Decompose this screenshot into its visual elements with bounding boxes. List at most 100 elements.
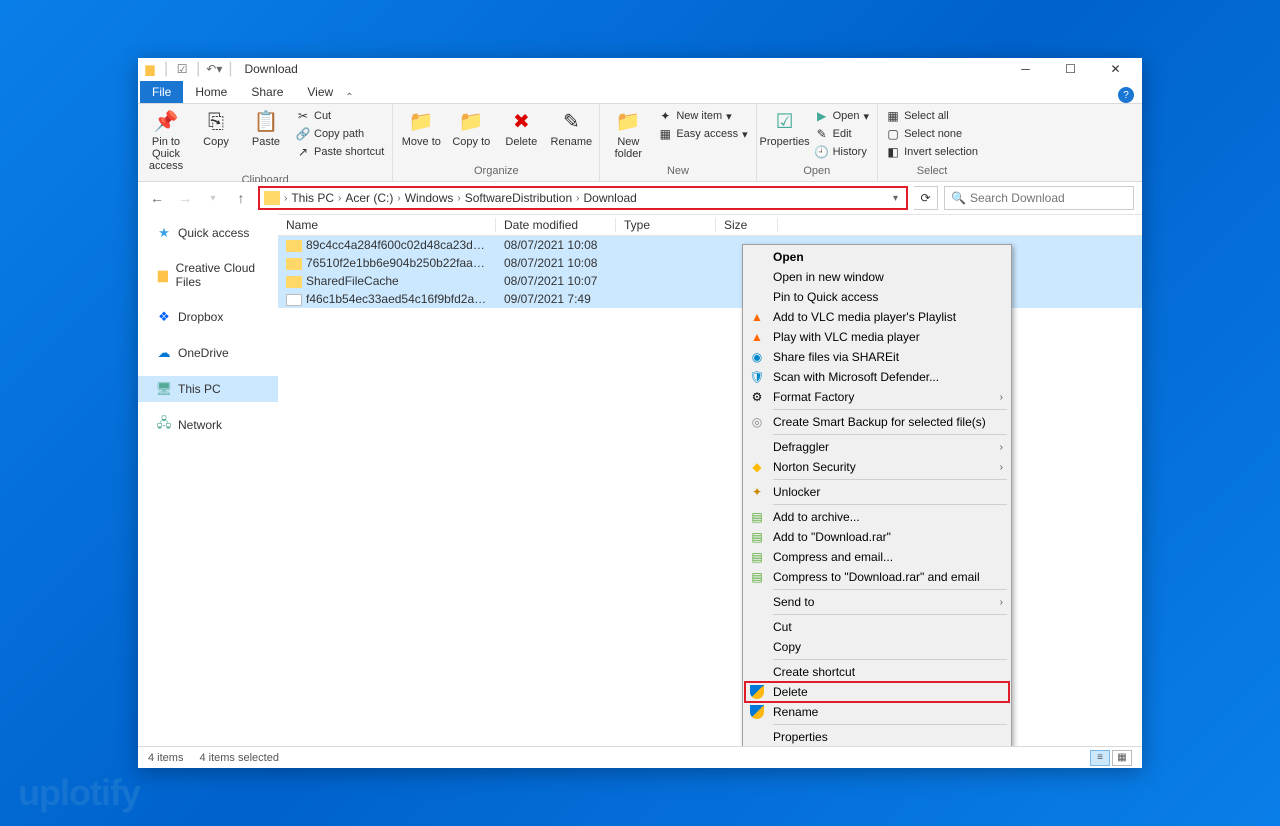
copy-path-icon: 🔗 (296, 127, 310, 141)
menu-norton[interactable]: ◆Norton Security› (745, 457, 1009, 477)
refresh-button[interactable]: ⟳ (914, 186, 938, 210)
ribbon-minimize-icon[interactable]: ⌃ (345, 92, 353, 103)
breadcrumb-segment[interactable]: Download (579, 191, 640, 205)
submenu-arrow-icon: › (1000, 442, 1003, 453)
address-dropdown-icon[interactable]: ▾ (889, 193, 902, 204)
menu-vlc-play[interactable]: ▲Play with VLC media player (745, 327, 1009, 347)
maximize-button[interactable]: ☐ (1048, 58, 1093, 80)
new-folder-button[interactable]: 📁New folder (604, 106, 652, 162)
sidebar-item-creative-cloud[interactable]: ▆Creative Cloud Files (138, 256, 278, 294)
select-none-button[interactable]: ▢Select none (882, 126, 982, 142)
copy-to-button[interactable]: 📁Copy to (447, 106, 495, 150)
submenu-arrow-icon: › (1000, 392, 1003, 403)
pin-quick-access-button[interactable]: 📌 Pin to Quick access (142, 106, 190, 174)
menu-copy[interactable]: Copy (745, 637, 1009, 657)
file-row[interactable]: 89c4cc4a284f600c02d48ca23d77e124 08/07/2… (278, 236, 1142, 254)
menu-vlc-playlist[interactable]: ▲Add to VLC media player's Playlist (745, 307, 1009, 327)
menu-shareit[interactable]: ◉Share files via SHAREit (745, 347, 1009, 367)
menu-delete[interactable]: Delete (745, 682, 1009, 702)
menu-open[interactable]: Open (745, 247, 1009, 267)
winrar-icon: ▤ (749, 509, 765, 525)
menu-format-factory[interactable]: ⚙Format Factory› (745, 387, 1009, 407)
group-label: Open (761, 165, 873, 179)
menu-compress-email[interactable]: ▤Compress and email... (745, 547, 1009, 567)
sidebar-item-onedrive[interactable]: ☁OneDrive (138, 340, 278, 366)
file-row[interactable]: f46c1b54ec33aed54c16f9bfd2a5174e1ddd... … (278, 290, 1142, 308)
title-bar: ▆ | ☑ | ↶▾ | Download ─ ☐ ✕ (138, 58, 1142, 80)
menu-rename[interactable]: Rename (745, 702, 1009, 722)
breadcrumb-segment[interactable]: SoftwareDistribution (461, 191, 576, 205)
paste-button[interactable]: 📋 Paste (242, 106, 290, 150)
tab-share[interactable]: Share (239, 81, 295, 103)
forward-button[interactable]: → (174, 187, 196, 209)
invert-selection-button[interactable]: ◧Invert selection (882, 144, 982, 160)
copy-button[interactable]: ⎘ Copy (192, 106, 240, 150)
tab-view[interactable]: View (295, 81, 345, 103)
menu-pin-quick-access[interactable]: Pin to Quick access (745, 287, 1009, 307)
paste-shortcut-button[interactable]: ↗Paste shortcut (292, 144, 388, 160)
properties-icon[interactable]: ☑ (174, 61, 190, 77)
menu-open-new-window[interactable]: Open in new window (745, 267, 1009, 287)
ribbon-tabs: File Home Share View ⌃ ? (138, 80, 1142, 104)
easy-access-button[interactable]: ▦Easy access ▾ (654, 126, 751, 142)
open-button[interactable]: ▶Open ▾ (811, 108, 873, 124)
file-list-pane: Name Date modified Type Size 89c4cc4a284… (278, 214, 1142, 746)
submenu-arrow-icon: › (1000, 462, 1003, 473)
menu-send-to[interactable]: Send to› (745, 592, 1009, 612)
column-type-header[interactable]: Type (616, 218, 716, 232)
menu-create-shortcut[interactable]: Create shortcut (745, 662, 1009, 682)
search-box[interactable]: 🔍 (944, 186, 1134, 210)
file-row[interactable]: 76510f2e1bb6e904b250b22faae59951 08/07/2… (278, 254, 1142, 272)
watermark: uplotify (18, 772, 140, 814)
undo-icon[interactable]: ↶▾ (206, 61, 222, 77)
properties-button[interactable]: ☑Properties (761, 106, 809, 150)
menu-compress-rar-email[interactable]: ▤Compress to "Download.rar" and email (745, 567, 1009, 587)
minimize-button[interactable]: ─ (1003, 58, 1048, 80)
menu-defender-scan[interactable]: 🛡Scan with Microsoft Defender... (745, 367, 1009, 387)
search-input[interactable] (970, 191, 1127, 205)
select-all-button[interactable]: ▦Select all (882, 108, 982, 124)
rename-button[interactable]: ✎Rename (547, 106, 595, 150)
shield-icon (749, 704, 765, 720)
tab-file[interactable]: File (140, 81, 183, 103)
breadcrumb-segment[interactable]: This PC (287, 191, 338, 205)
move-to-button[interactable]: 📁Move to (397, 106, 445, 150)
menu-smart-backup[interactable]: ◎Create Smart Backup for selected file(s… (745, 412, 1009, 432)
sidebar-item-network[interactable]: 🖧Network (138, 412, 278, 438)
help-icon[interactable]: ? (1118, 87, 1134, 103)
file-icon (286, 294, 302, 306)
details-view-button[interactable]: ≡ (1090, 750, 1110, 766)
address-bar[interactable]: › This PC› Acer (C:)› Windows› SoftwareD… (258, 186, 908, 210)
breadcrumb-segment[interactable]: Acer (C:) (341, 191, 397, 205)
menu-properties[interactable]: Properties (745, 727, 1009, 746)
back-button[interactable]: ← (146, 187, 168, 209)
breadcrumb-segment[interactable]: Windows (401, 191, 458, 205)
column-size-header[interactable]: Size (716, 218, 778, 232)
up-button[interactable]: ↑ (230, 187, 252, 209)
close-button[interactable]: ✕ (1093, 58, 1138, 80)
history-button[interactable]: 🕘History (811, 144, 873, 160)
column-name-header[interactable]: Name (278, 218, 496, 232)
menu-cut[interactable]: Cut (745, 617, 1009, 637)
thumbnails-view-button[interactable]: ▦ (1112, 750, 1132, 766)
copy-path-button[interactable]: 🔗Copy path (292, 126, 388, 142)
new-item-button[interactable]: ✦New item ▾ (654, 108, 751, 124)
menu-unlocker[interactable]: ✦Unlocker (745, 482, 1009, 502)
recent-dropdown[interactable]: ▾ (202, 187, 224, 209)
sidebar-item-this-pc[interactable]: 🖥This PC (138, 376, 278, 402)
delete-button[interactable]: ✖Delete (497, 106, 545, 150)
menu-defraggler[interactable]: Defraggler› (745, 437, 1009, 457)
sidebar-item-quick-access[interactable]: ★Quick access (138, 220, 278, 246)
star-icon: ★ (156, 225, 172, 241)
file-row[interactable]: SharedFileCache 08/07/2021 10:07 (278, 272, 1142, 290)
sidebar-item-dropbox[interactable]: ❖Dropbox (138, 304, 278, 330)
menu-add-rar[interactable]: ▤Add to "Download.rar" (745, 527, 1009, 547)
backup-icon: ◎ (749, 414, 765, 430)
column-modified-header[interactable]: Date modified (496, 218, 616, 232)
edit-button[interactable]: ✎Edit (811, 126, 873, 142)
cut-button[interactable]: ✂Cut (292, 108, 388, 124)
item-count: 4 items (148, 752, 183, 764)
tab-home[interactable]: Home (183, 81, 239, 103)
pin-icon: 📌 (152, 108, 180, 136)
menu-add-archive[interactable]: ▤Add to archive... (745, 507, 1009, 527)
